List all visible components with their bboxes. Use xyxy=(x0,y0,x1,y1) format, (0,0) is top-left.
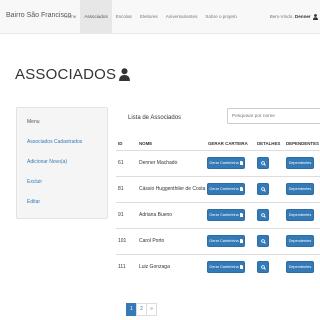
sidebar-heading: Menu xyxy=(27,119,40,125)
header-divider xyxy=(116,150,320,151)
top-navbar: Bairro São Francisco Home Associados Esc… xyxy=(0,0,320,34)
sidebar-link-editar[interactable]: Editar xyxy=(27,199,40,205)
page-title: ASSOCIADOS xyxy=(15,66,131,83)
welcome-prefix: Bem-Vindo, xyxy=(269,14,294,19)
next-page-button[interactable]: » xyxy=(146,303,157,316)
dependentes-button[interactable]: Dependentes xyxy=(286,261,314,273)
file-icon xyxy=(239,213,243,217)
dependentes-label: Dependentes xyxy=(288,265,312,269)
row-nome: Denner Machado xyxy=(139,160,178,166)
welcome-text[interactable]: Bem-Vindo, Denner xyxy=(270,0,318,34)
gerar-label: Gerar Carteirinha xyxy=(209,265,239,269)
dependentes-label: Dependentes xyxy=(288,213,312,217)
file-icon xyxy=(239,187,243,191)
file-icon xyxy=(239,239,243,243)
dependentes-label: Dependentes xyxy=(288,161,312,165)
detalhes-button[interactable] xyxy=(257,261,269,273)
dependentes-label: Dependentes xyxy=(288,187,312,191)
row-divider xyxy=(116,176,320,177)
gerar-carteirinha-button[interactable]: Gerar Carteirinha xyxy=(207,183,245,195)
row-nome: Carol Porto xyxy=(139,238,165,244)
column-header-detalhes: DETALHES xyxy=(257,141,281,146)
detalhes-button[interactable] xyxy=(257,183,269,195)
dependentes-button[interactable]: Dependentes xyxy=(286,235,314,247)
dependentes-button[interactable]: Dependentes xyxy=(286,209,314,221)
user-icon xyxy=(313,13,318,20)
gerar-carteirinha-button[interactable]: Gerar Carteirinha xyxy=(207,157,245,169)
navbar-menu: Home Associados Escolas Eleitores Aniver… xyxy=(60,0,241,34)
row-divider xyxy=(116,202,320,203)
gerar-carteirinha-button[interactable]: Gerar Carteirinha xyxy=(207,261,245,273)
detalhes-button[interactable] xyxy=(257,235,269,247)
gerar-label: Gerar Carteirinha xyxy=(209,187,239,191)
sidebar-link-adicionar[interactable]: Adicionar Novo(a) xyxy=(27,159,67,165)
row-nome: Adriana Bueno xyxy=(139,212,173,218)
row-id: 91 xyxy=(118,212,124,218)
row-nome: Cássio Huggenthiler de Costa xyxy=(139,186,206,192)
row-divider xyxy=(116,254,320,255)
file-icon xyxy=(239,161,243,165)
nav-item-eleitores[interactable]: Eleitores xyxy=(136,0,162,34)
search-icon xyxy=(260,160,266,166)
file-icon xyxy=(239,265,243,269)
user-icon xyxy=(119,68,131,81)
gerar-label: Gerar Carteirinha xyxy=(209,239,239,243)
nav-item-aniversariantes[interactable]: Aniversariantes xyxy=(162,0,202,34)
list-title: Lista de Associados xyxy=(128,115,182,121)
column-header-gerar: GERAR CARTEIRA xyxy=(208,141,248,146)
row-id: 81 xyxy=(118,186,124,192)
column-header-dependentes: DEPENDENTES xyxy=(286,141,319,146)
nav-item-escolas[interactable]: Escolas xyxy=(112,0,136,34)
pagination: 1 2 » xyxy=(126,303,157,316)
row-nome: Luiz Gonzaga xyxy=(139,264,170,270)
gerar-label: Gerar Carteirinha xyxy=(209,213,239,217)
nav-item-sobre[interactable]: Sobre o projeto xyxy=(201,0,240,34)
gerar-label: Gerar Carteirinha xyxy=(209,161,239,165)
row-divider xyxy=(116,228,320,229)
gerar-carteirinha-button[interactable]: Gerar Carteirinha xyxy=(207,235,245,247)
search-icon xyxy=(260,238,266,244)
detalhes-button[interactable] xyxy=(257,157,269,169)
row-id: 101 xyxy=(118,238,127,244)
search-icon xyxy=(260,186,266,192)
gerar-carteirinha-button[interactable]: Gerar Carteirinha xyxy=(207,209,245,221)
dependentes-button[interactable]: Dependentes xyxy=(286,183,314,195)
search-icon xyxy=(260,212,266,218)
row-id: 61 xyxy=(118,160,124,166)
page-title-text: ASSOCIADOS xyxy=(15,66,117,83)
welcome-user: Denner xyxy=(294,14,311,19)
search-input[interactable] xyxy=(227,108,320,124)
row-id: 111 xyxy=(118,264,126,270)
dependentes-label: Dependentes xyxy=(288,239,312,243)
sidebar-menu: Menu Associados Cadastrados Adicionar No… xyxy=(16,107,108,219)
nav-item-home[interactable]: Home xyxy=(60,0,80,34)
search-icon xyxy=(260,264,266,270)
sidebar-link-excluir[interactable]: Excluir xyxy=(27,179,42,185)
detalhes-button[interactable] xyxy=(257,209,269,221)
column-header-nome: NOME xyxy=(139,141,153,146)
nav-item-associados[interactable]: Associados xyxy=(80,0,112,34)
column-header-id: ID xyxy=(118,141,123,146)
sidebar-link-associados-cadastrados[interactable]: Associados Cadastrados xyxy=(27,139,82,145)
dependentes-button[interactable]: Dependentes xyxy=(286,157,314,169)
